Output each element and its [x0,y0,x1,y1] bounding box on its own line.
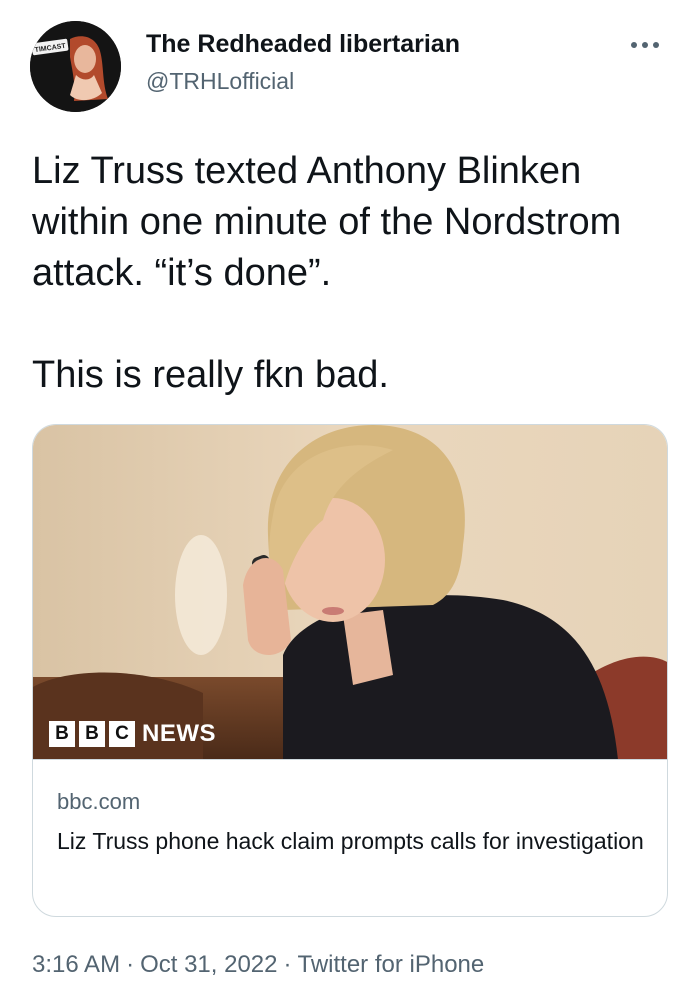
author-avatar[interactable]: TIMCAST [30,21,121,112]
bbc-logo-word: NEWS [142,720,216,747]
link-preview-card[interactable]: B B C NEWS bbc.com Liz Truss phone hack … [32,424,668,917]
tweet-date[interactable]: Oct 31, 2022 [140,951,277,978]
more-horizontal-icon [631,42,659,48]
tweet: TIMCAST The Redheaded libertarian @TRHLo… [0,0,700,1001]
avatar-image: TIMCAST [30,21,121,112]
card-title[interactable]: Liz Truss phone hack claim prompts calls… [57,825,647,858]
author-handle[interactable]: @TRHLofficial [146,68,294,95]
tweet-paragraph: This is really fkn bad. [32,354,389,396]
meta-separator: · [283,951,292,978]
tweet-time[interactable]: 3:16 AM [32,951,120,978]
card-domain: bbc.com [57,789,141,814]
card-image[interactable]: B B C NEWS [33,425,667,760]
bbc-logo-letter: B [79,721,105,747]
tweet-paragraph: Liz Truss texted Anthony Blinken within … [32,150,622,294]
article-photo [33,425,667,759]
tweet-text: Liz Truss texted Anthony Blinken within … [32,146,672,401]
tweet-metadata: 3:16 AM · Oct 31, 2022 · Twitter for iPhone [32,951,484,979]
more-options-button[interactable] [624,30,666,60]
bbc-logo-letter: B [49,721,75,747]
tweet-source[interactable]: Twitter for iPhone [298,951,485,978]
bbc-logo-letter: C [109,721,135,747]
bbc-news-logo: B B C NEWS [49,720,216,747]
meta-separator: · [126,951,135,978]
author-name[interactable]: The Redheaded libertarian [146,30,460,59]
